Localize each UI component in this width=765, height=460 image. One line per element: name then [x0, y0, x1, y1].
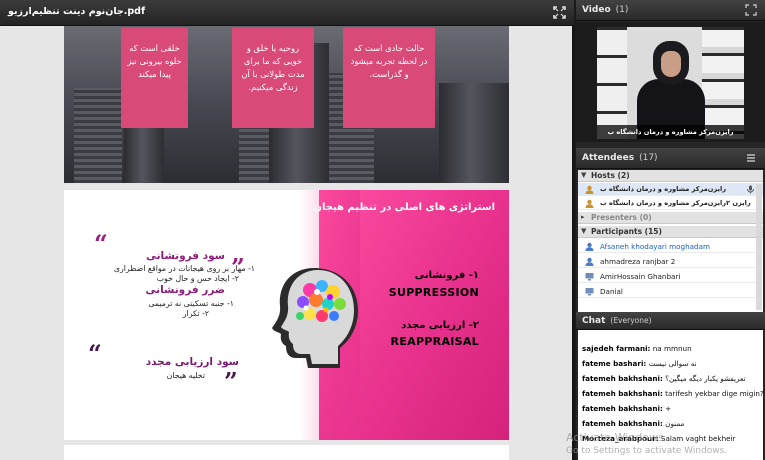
attendee-row[interactable]: Afsaneh khodayari moghadam	[578, 240, 763, 253]
attendee-row[interactable]: ahmadreza ranjbar 2	[578, 255, 763, 268]
share-pod: جان‌نوم دینت تنظیم‌ارزیو.pdf خلقی است که…	[0, 0, 574, 460]
harm-suppression-heading: ضرر فرونشانی	[145, 284, 225, 296]
chevron-down-icon: ▼	[581, 227, 587, 235]
webcam-feed[interactable]: رایزن‌مرکز مشاوره و درمان دانشگاه ب	[597, 27, 744, 139]
attendees-pod-title: Attendees	[582, 153, 635, 163]
attendee-row[interactable]: AmirHossain Ghanbari	[578, 270, 763, 283]
harm-suppression-text-2: ۲- تکرار	[182, 309, 209, 318]
strategy-1-english: SUPPRESSION	[388, 286, 479, 299]
chat-pod-title: Chat	[582, 316, 606, 326]
fullscreen-icon[interactable]	[745, 4, 757, 16]
attendees-count: (17)	[639, 153, 658, 163]
right-panel: Video (1) رایزن‌مرکز مشاوره و درمان دانشگ…	[576, 0, 765, 460]
chat-pod-header: Chat (Everyone)	[576, 312, 765, 330]
benefit-reappraisal-text: تخلیه هیجان	[166, 371, 205, 380]
quote-mark-icon: “	[94, 229, 108, 258]
video-area: رایزن‌مرکز مشاوره و درمان دانشگاه ب	[576, 22, 765, 142]
slide-3-preview	[64, 445, 509, 460]
building-graphic	[74, 88, 122, 183]
participant-user-icon	[585, 242, 594, 251]
chat-message: fatemeh bakhshani: tarifesh yekbar dige …	[582, 389, 763, 398]
strategy-1-label: ۱- فرونشانی	[414, 270, 479, 281]
participants-category[interactable]: ▼ Participants (15)	[578, 226, 763, 238]
chat-message: fatemeh bakhshani: +	[582, 404, 672, 413]
definition-box: حالت جادی است که در لحظه تجربه میشود و گ…	[343, 28, 435, 128]
definition-box: روحیه یا خلق و خویی که ما برای مدت طولان…	[232, 28, 314, 128]
presenters-category[interactable]: ▸ Presenters (0)	[578, 212, 763, 224]
menu-icon[interactable]	[745, 152, 757, 164]
hosts-category[interactable]: ▼ Hosts (2)	[578, 170, 763, 182]
benefit-suppression-text-1: ۱- مهار بر روی هیجانات در مواقع اضطراری	[113, 264, 255, 273]
slide-1: خلقی است که حلوه بیرونی نیز پیدا میکند ر…	[64, 26, 509, 183]
attendee-row[interactable]: Danial	[578, 285, 763, 298]
fullscreen-icon[interactable]	[553, 6, 566, 19]
microphone-icon	[747, 185, 754, 194]
benefit-suppression-text-2: ۲- ایجاد حس و حال خوب	[156, 274, 239, 283]
attendee-scrollbar[interactable]	[756, 184, 762, 310]
chat-message: fateme bashari: نه سوالی نیست	[582, 359, 697, 368]
host-user-icon	[585, 199, 594, 208]
video-pod-title: Video	[582, 5, 611, 15]
attendee-list[interactable]: ▼ Hosts (2) رایزن‌مرکز مشاوره و درمان دا…	[578, 170, 763, 312]
slide-title: استراتژی های اصلی در تنظیم هیجان	[313, 202, 495, 213]
windows-activation-hint: Go to Settings to activate Windows.	[566, 446, 728, 456]
strategy-2-label: ۲- ارزیابی مجدد	[401, 320, 479, 331]
document-viewer[interactable]: خلقی است که حلوه بیرونی نیز پیدا میکند ر…	[2, 26, 572, 460]
participant-user-icon	[585, 257, 594, 266]
host-user-icon	[585, 185, 594, 194]
share-pod-titlebar: جان‌نوم دینت تنظیم‌ارزیو.pdf	[0, 0, 574, 26]
chat-scope: (Everyone)	[610, 316, 652, 325]
video-caption: رایزن‌مرکز مشاوره و درمان دانشگاه ب	[597, 125, 744, 139]
video-count: (1)	[615, 5, 629, 15]
participant-screen-icon	[585, 273, 594, 281]
brain-heads-illustration	[272, 268, 358, 368]
chat-message: fatemeh bakhshani: تعریفشو یکبار دیگه می…	[582, 374, 746, 383]
slide-2: استراتژی های اصلی در تنظیم هیجان ۱- فرون…	[64, 190, 509, 440]
chevron-right-icon: ▸	[581, 213, 585, 221]
benefit-suppression-heading: سود فرونشانی	[145, 250, 225, 262]
document-title: جان‌نوم دینت تنظیم‌ارزیو.pdf	[8, 6, 146, 17]
harm-suppression-text-1: ۱- جنبه تسکینی نه ترمیمی	[148, 299, 234, 308]
chevron-down-icon: ▼	[581, 171, 587, 179]
chat-message: fatemeh bakhshani: ممنون	[582, 419, 685, 428]
chat-message: sajedeh farmani: na mmnun	[582, 344, 692, 353]
participant-screen-icon	[585, 288, 594, 296]
definition-box: خلقی است که حلوه بیرونی نیز پیدا میکند	[121, 28, 188, 128]
strategy-2-english: REAPPRAISAL	[390, 335, 479, 348]
building-graphic	[439, 83, 509, 183]
quote-mark-icon: ”	[224, 367, 238, 396]
attendee-row[interactable]: رایزن‌مرکز مشاوره و درمان دانشگاه ب	[578, 183, 763, 196]
windows-activation-watermark: Activate Windows	[566, 431, 664, 444]
attendees-pod-header: Attendees (17)	[576, 148, 765, 169]
video-pod-header: Video (1)	[576, 0, 765, 21]
quote-mark-icon: “	[88, 339, 102, 368]
attendee-row[interactable]: رایزن ۲رایزن‌مرکز مشاوره و درمان دانشگاه…	[578, 197, 763, 210]
